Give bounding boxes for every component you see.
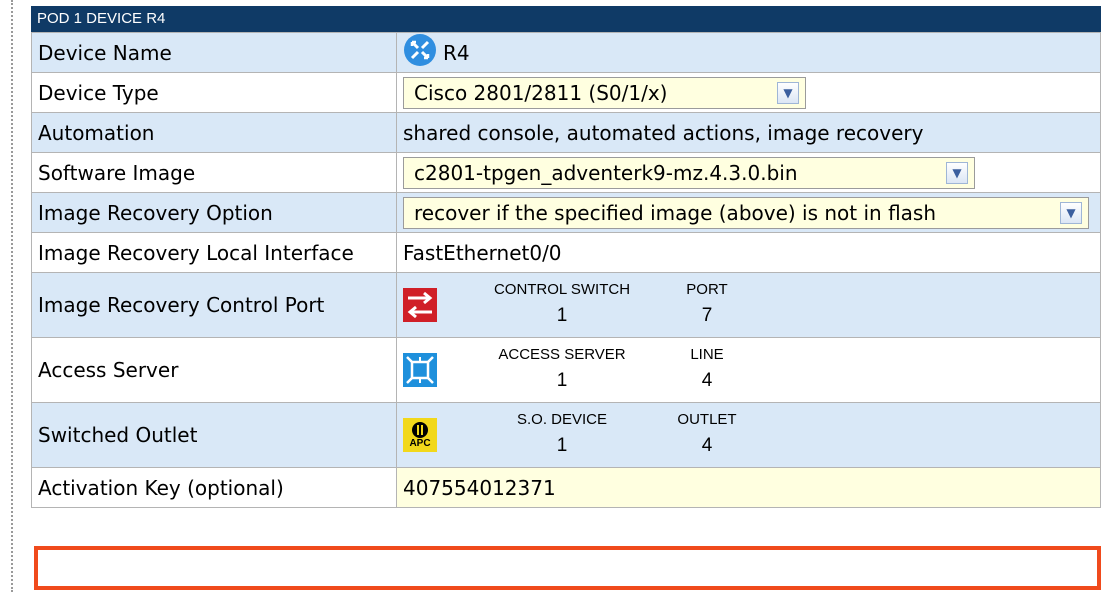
image-recovery-option-label: Image Recovery Option (31, 192, 397, 233)
software-image-select[interactable]: c2801-tpgen_adventerk9-mz.4.3.0.bin ▼ (403, 156, 975, 189)
image-recovery-option-selected-value: recover if the specified image (above) i… (414, 200, 937, 225)
port-header: PORT (686, 281, 728, 298)
so-device-column: S.O. DEVICE 1 (467, 411, 657, 459)
row-image-recovery-local-interface: Image Recovery Local Interface FastEther… (31, 232, 1101, 273)
so-device-value: 1 (556, 435, 568, 456)
apc-logo-text: APC (409, 438, 431, 449)
access-server-header: ACCESS SERVER (498, 346, 626, 363)
outlet-column: OUTLET 4 (667, 411, 747, 459)
image-recovery-option-select[interactable]: recover if the specified image (above) i… (403, 196, 1089, 229)
device-name-cell: R4 (396, 32, 1101, 73)
device-name-label: Device Name (31, 32, 397, 73)
device-type-select[interactable]: Cisco 2801/2811 (S0/1/x) ▼ (403, 76, 806, 109)
row-activation-key: Activation Key (optional) 407554012371 (31, 467, 1101, 508)
row-image-recovery-option: Image Recovery Option recover if the spe… (31, 192, 1101, 233)
chevron-down-icon[interactable]: ▼ (777, 81, 799, 104)
automation-label: Automation (31, 112, 397, 153)
software-image-cell: c2801-tpgen_adventerk9-mz.4.3.0.bin ▼ (396, 152, 1101, 193)
access-server-column: ACCESS SERVER 1 (467, 346, 657, 394)
apc-icon: APC (403, 418, 437, 452)
so-device-header: S.O. DEVICE (516, 411, 608, 428)
row-software-image: Software Image c2801-tpgen_adventerk9-mz… (31, 152, 1101, 193)
device-name-value: R4 (443, 40, 470, 65)
automation-value: shared console, automated actions, image… (396, 112, 1101, 153)
image-recovery-option-cell: recover if the specified image (above) i… (396, 192, 1101, 233)
port-value: 7 (701, 305, 713, 326)
control-switch-icon (403, 288, 437, 322)
software-image-selected-value: c2801-tpgen_adventerk9-mz.4.3.0.bin (414, 160, 798, 185)
activation-key-highlight (34, 546, 1101, 590)
row-access-server: Access Server ACCESS SERVER 1 LINE 4 (31, 337, 1101, 403)
device-panel: POD 1 DEVICE R4 Device Name R4 Device Ty… (31, 6, 1101, 508)
control-switch-column: CONTROL SWITCH 1 (467, 281, 657, 329)
row-image-recovery-control-port: Image Recovery Control Port CONTROL SWIT… (31, 272, 1101, 338)
row-automation: Automation shared console, automated act… (31, 112, 1101, 153)
switched-outlet-label: Switched Outlet (31, 402, 397, 468)
control-switch-header: CONTROL SWITCH (493, 281, 631, 298)
line-column: LINE 4 (667, 346, 747, 394)
device-type-selected-value: Cisco 2801/2811 (S0/1/x) (414, 80, 668, 105)
port-column: PORT 7 (667, 281, 747, 329)
switched-outlet-cell: APC S.O. DEVICE 1 OUTLET 4 (396, 402, 1101, 468)
row-switched-outlet: Switched Outlet APC S.O. DEVICE 1 OUTLET… (31, 402, 1101, 468)
access-server-cell: ACCESS SERVER 1 LINE 4 (396, 337, 1101, 403)
chevron-down-icon[interactable]: ▼ (946, 161, 968, 184)
outlet-header: OUTLET (677, 411, 737, 428)
image-recovery-control-port-cell: CONTROL SWITCH 1 PORT 7 (396, 272, 1101, 338)
activation-key-input[interactable]: 407554012371 (396, 467, 1101, 508)
software-image-label: Software Image (31, 152, 397, 193)
access-server-label: Access Server (31, 337, 397, 403)
router-icon (403, 33, 437, 72)
panel-title: POD 1 DEVICE R4 (31, 6, 1101, 32)
image-recovery-local-interface-label: Image Recovery Local Interface (31, 232, 397, 273)
row-device-name: Device Name R4 (31, 32, 1101, 73)
device-type-cell: Cisco 2801/2811 (S0/1/x) ▼ (396, 72, 1101, 113)
line-value: 4 (701, 370, 713, 391)
activation-key-label: Activation Key (optional) (31, 467, 397, 508)
device-properties-table: Device Name R4 Device Type Cisco 2801/28… (31, 32, 1101, 508)
access-server-value: 1 (556, 370, 568, 391)
access-server-icon (403, 353, 437, 387)
chevron-down-icon[interactable]: ▼ (1060, 201, 1082, 224)
image-recovery-control-port-label: Image Recovery Control Port (31, 272, 397, 338)
page: POD 1 DEVICE R4 Device Name R4 Device Ty… (0, 0, 1101, 592)
control-switch-value: 1 (556, 305, 568, 326)
row-device-type: Device Type Cisco 2801/2811 (S0/1/x) ▼ (31, 72, 1101, 113)
image-recovery-local-interface-value: FastEthernet0/0 (396, 232, 1101, 273)
outlet-value: 4 (701, 435, 713, 456)
dotted-divider (11, 0, 13, 592)
device-type-label: Device Type (31, 72, 397, 113)
line-header: LINE (690, 346, 724, 363)
